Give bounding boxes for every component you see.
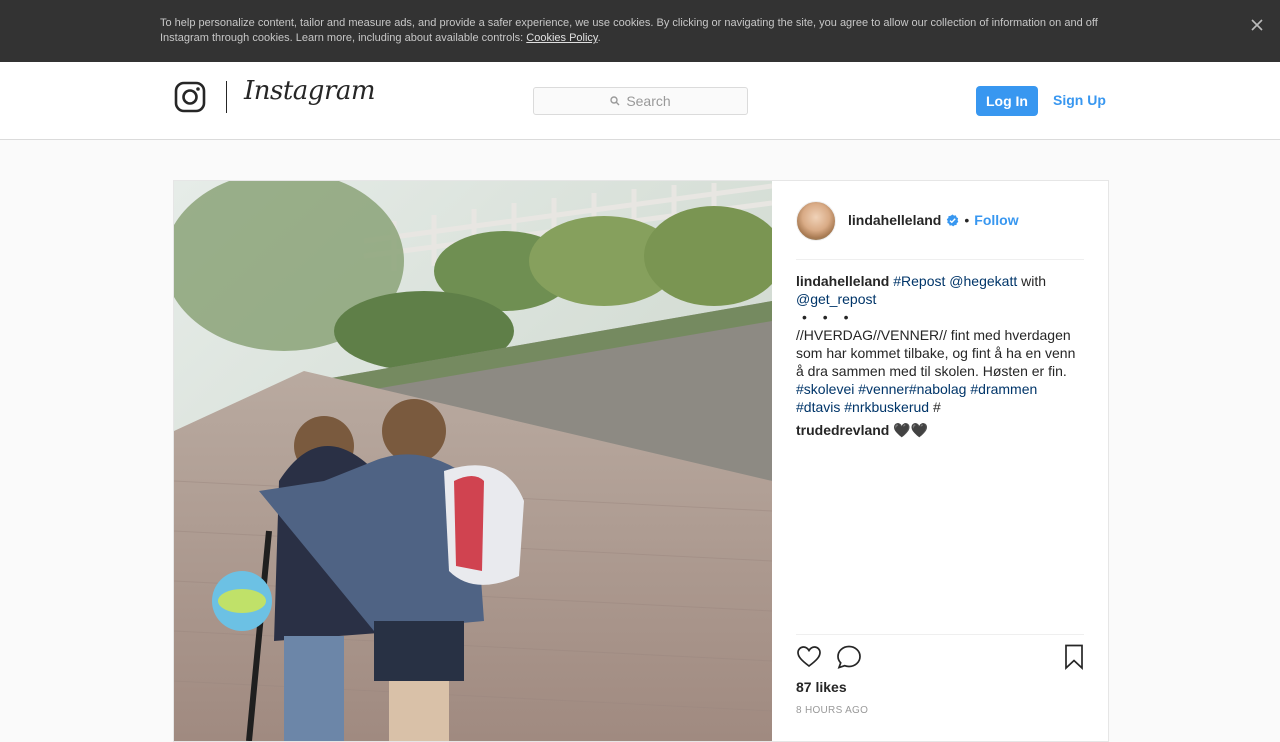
- caption-author[interactable]: lindahelleland: [796, 273, 889, 289]
- close-icon: [1251, 19, 1263, 31]
- login-button[interactable]: Log In: [976, 86, 1038, 116]
- hashtag-nrkbuskerud[interactable]: #nrkbuskerud: [844, 399, 929, 415]
- hashtag-dtavis[interactable]: #dtavis: [796, 399, 840, 415]
- photo-illustration: [174, 181, 772, 741]
- comment-text: 🖤🖤: [893, 422, 929, 438]
- caption-body: //HVERDAG//VENNER// fint med hverdagen s…: [796, 327, 1076, 379]
- search-placeholder: Search: [626, 93, 671, 109]
- hashtag-drammen[interactable]: #drammen: [970, 381, 1037, 397]
- cookies-policy-link[interactable]: Cookies Policy: [526, 32, 597, 44]
- logo-divider: [226, 81, 227, 113]
- hashtag-trailing: #: [932, 399, 941, 415]
- comment-author[interactable]: trudedrevland: [796, 422, 889, 438]
- caption-with: with: [1021, 273, 1047, 289]
- post-timestamp[interactable]: 8 HOURS AGO: [796, 705, 868, 716]
- mention-get-repost[interactable]: @get_repost: [796, 291, 876, 307]
- search-input[interactable]: Search: [533, 87, 748, 115]
- follow-separator: •: [964, 212, 970, 228]
- verified-badge-icon: [947, 214, 959, 226]
- post-sidebar: lindahelleland • Follow lindahelleland #…: [796, 181, 1084, 741]
- post-card: lindahelleland • Follow lindahelleland #…: [173, 180, 1109, 742]
- bookmark-icon[interactable]: [1064, 644, 1084, 670]
- search-icon: [610, 96, 620, 106]
- follow-button[interactable]: Follow: [974, 212, 1018, 228]
- post-actions: [796, 644, 1084, 672]
- hashtag-nabolag[interactable]: #nabolag: [909, 381, 967, 397]
- divider: [796, 634, 1084, 635]
- close-cookie-button[interactable]: [1248, 16, 1266, 34]
- heart-icon[interactable]: [796, 644, 822, 670]
- signup-link[interactable]: Sign Up: [1053, 92, 1106, 108]
- hashtag-repost[interactable]: #Repost: [893, 273, 945, 289]
- hashtag-skolevei[interactable]: #skolevei: [796, 381, 854, 397]
- caption-dots: • • •: [802, 309, 855, 325]
- cookie-text: To help personalize content, tailor and …: [160, 16, 1120, 46]
- instagram-camera-icon[interactable]: [174, 81, 206, 113]
- divider: [796, 259, 1084, 260]
- post-header: lindahelleland • Follow: [848, 212, 1019, 228]
- top-navigation: Instagram Search Log In Sign Up: [0, 62, 1280, 140]
- comment-icon[interactable]: [836, 644, 862, 670]
- comment-row: trudedrevland 🖤🖤: [796, 422, 928, 439]
- likes-count[interactable]: 87 likes: [796, 679, 847, 695]
- cookie-banner: To help personalize content, tailor and …: [0, 0, 1280, 62]
- avatar[interactable]: [796, 201, 836, 241]
- post-author-username[interactable]: lindahelleland: [848, 212, 941, 228]
- mention-hegekatt[interactable]: @hegekatt: [949, 273, 1017, 289]
- cookie-message-end: .: [597, 32, 601, 44]
- post-photo[interactable]: [174, 181, 772, 741]
- hashtag-venner[interactable]: #venner: [858, 381, 909, 397]
- cookie-message: To help personalize content, tailor and …: [160, 17, 1098, 44]
- post-caption: lindahelleland #Repost @hegekatt with @g…: [796, 272, 1084, 416]
- instagram-wordmark[interactable]: Instagram: [244, 76, 376, 106]
